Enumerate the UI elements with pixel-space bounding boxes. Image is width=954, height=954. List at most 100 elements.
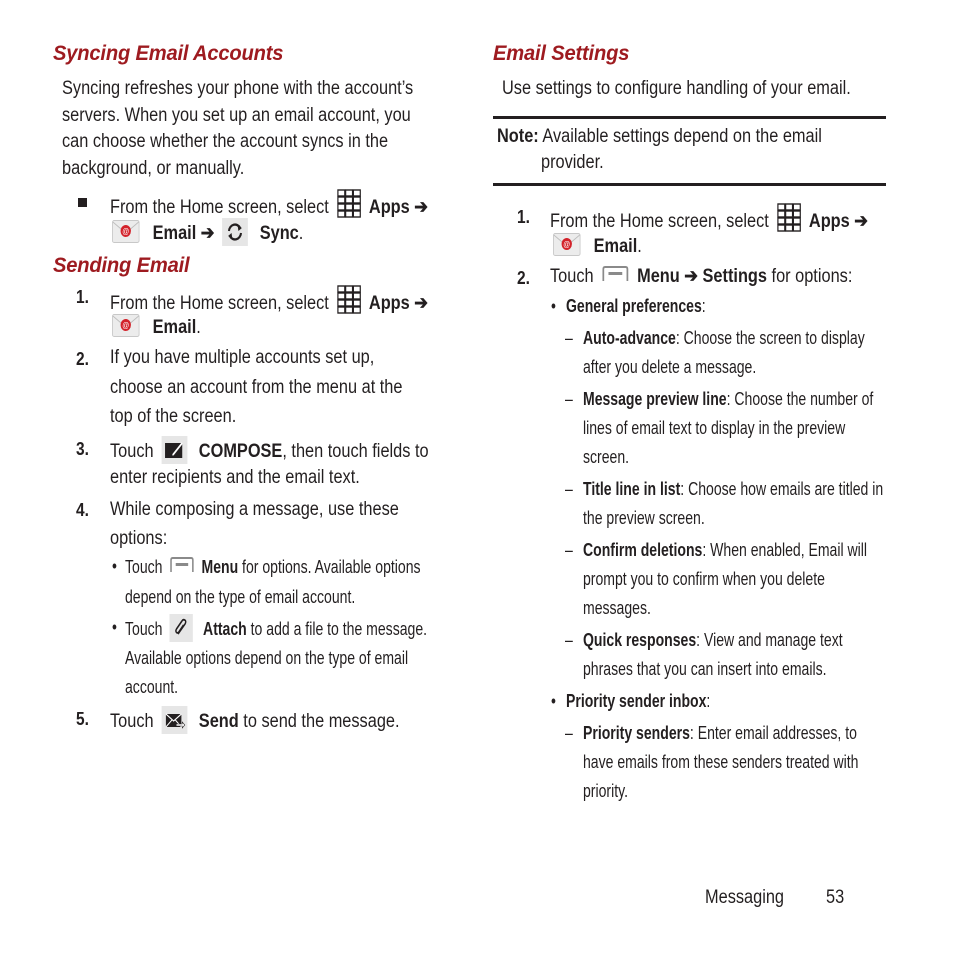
heading-syncing-email-accounts: Syncing Email Accounts xyxy=(53,42,284,65)
compose-icon xyxy=(161,436,188,464)
send-step2-line: choose an account from the menu at the xyxy=(110,376,403,398)
apps-grid-icon xyxy=(337,285,361,315)
send-step1-line1: From the Home screen, select Apps ➔ xyxy=(110,285,428,318)
setting-message-preview-line: Message preview line: Choose the number … xyxy=(583,389,874,409)
group-priority-sender-inbox: Priority sender inbox: xyxy=(566,691,711,711)
step-number: 2. xyxy=(517,268,530,288)
apps-grid-icon xyxy=(337,189,361,219)
dash-icon: – xyxy=(565,479,573,499)
step-number: 3. xyxy=(76,439,89,459)
attach-option-line2: Available options depend on the type of … xyxy=(125,648,409,668)
setting-auto-advance: Auto-advance: Choose the screen to displ… xyxy=(583,328,865,348)
svg-text:@: @ xyxy=(122,226,129,236)
menu-key-icon xyxy=(170,553,195,572)
send-step3-line2: enter recipients and the email text. xyxy=(110,467,360,488)
note-label: Note: xyxy=(497,126,539,147)
send-label: Send xyxy=(198,711,239,732)
arrow-icon: ➔ xyxy=(414,197,428,218)
bullet-icon: • xyxy=(112,617,117,637)
setting-confirm-deletions: Confirm deletions: When enabled, Email w… xyxy=(583,540,868,560)
menu-key-icon xyxy=(602,264,630,281)
square-bullet-icon xyxy=(78,198,87,207)
apps-grid-icon xyxy=(777,203,801,233)
email-envelope-icon: @ xyxy=(112,314,140,337)
email-label: Email xyxy=(152,317,197,338)
email-envelope-icon: @ xyxy=(112,220,140,243)
paperclip-icon xyxy=(169,614,193,642)
menu-label: Menu xyxy=(201,557,239,577)
sync-label: Sync xyxy=(259,223,299,244)
setting-message-preview-line3: screen. xyxy=(583,447,630,467)
dash-icon: – xyxy=(565,540,573,560)
note-line2: provider. xyxy=(541,152,604,173)
heading-email-settings: Email Settings xyxy=(493,42,630,65)
email-envelope-icon: @ xyxy=(553,233,581,256)
email-label: Email xyxy=(593,236,638,257)
note-line1: Note: Available settings depend on the e… xyxy=(497,126,822,147)
bullet-icon: • xyxy=(551,691,556,711)
setting-quick-responses-line2: phrases that you can insert into emails. xyxy=(583,659,827,679)
dash-icon: – xyxy=(565,723,573,743)
bullet-icon: • xyxy=(112,556,117,576)
step-number: 4. xyxy=(76,500,89,520)
send-icon xyxy=(161,706,188,734)
note-bottom-rule xyxy=(493,183,886,186)
settings-step1-line2: @ Email. xyxy=(553,233,642,261)
email-label: Email xyxy=(152,223,197,244)
syncing-paragraph-line: can choose whether the account syncs in … xyxy=(62,131,389,152)
footer-section-name: Messaging xyxy=(705,887,785,908)
send-step3-line1: Touch COMPOSE, then touch fields to xyxy=(110,436,429,466)
arrow-icon: ➔ xyxy=(684,266,698,287)
dash-icon: – xyxy=(565,389,573,409)
email-settings-intro: Use settings to configure handling of yo… xyxy=(502,78,851,99)
setting-priority-senders-line3: priority. xyxy=(583,781,628,801)
settings-label: Settings xyxy=(702,266,767,287)
setting-confirm-deletions-line2: prompt you to confirm when you delete xyxy=(583,569,825,589)
attach-option-line3: account. xyxy=(125,677,179,697)
dash-icon: – xyxy=(565,328,573,348)
setting-priority-senders-line2: have emails from these senders treated w… xyxy=(583,752,859,772)
send-step4-line: options: xyxy=(110,528,168,549)
setting-auto-advance-line2: after you delete a message. xyxy=(583,357,757,377)
arrow-icon: ➔ xyxy=(854,211,868,232)
setting-title-line-in-list-line2: the preview screen. xyxy=(583,508,705,528)
attach-option-line1: Touch Attach to add a file to the messag… xyxy=(125,614,427,645)
apps-label: Apps xyxy=(368,293,410,314)
syncing-paragraph-line: background, or manually. xyxy=(62,157,245,179)
setting-quick-responses: Quick responses: View and manage text xyxy=(583,630,843,650)
menu-label: Menu xyxy=(637,266,680,287)
sync-step-line1: From the Home screen, select Apps ➔ xyxy=(110,189,428,222)
setting-confirm-deletions-line3: messages. xyxy=(583,598,651,618)
setting-title-line-in-list: Title line in list: Choose how emails ar… xyxy=(583,479,884,499)
send-step4-line: While composing a message, use these xyxy=(110,499,399,520)
dash-icon: – xyxy=(565,630,573,650)
step-number: 2. xyxy=(76,349,89,369)
svg-text:@: @ xyxy=(122,320,129,330)
arrow-icon: ➔ xyxy=(200,223,215,244)
setting-priority-senders: Priority senders: Enter email addresses,… xyxy=(583,723,857,743)
heading-sending-email: Sending Email xyxy=(53,254,190,277)
sync-icon xyxy=(222,218,249,246)
step-number: 1. xyxy=(76,287,89,307)
footer-page-number: 53 xyxy=(826,887,845,908)
step-number: 5. xyxy=(76,709,89,729)
send-step2-line: If you have multiple accounts set up, xyxy=(110,347,375,368)
group-general-preferences: General preferences: xyxy=(566,296,706,316)
menu-option-line2: depend on the type of email account. xyxy=(125,587,356,607)
send-step5-line: Touch Send to send the message. xyxy=(110,706,400,736)
compose-label: COMPOSE xyxy=(198,441,283,462)
menu-option-line1: Touch Menu for options. Available option… xyxy=(125,553,421,583)
apps-label: Apps xyxy=(808,211,850,232)
arrow-icon: ➔ xyxy=(414,293,428,314)
settings-step2-line: Touch Menu ➔ Settings for options: xyxy=(550,264,853,287)
send-step1-line2: @ Email. xyxy=(112,314,201,342)
step-text: From the Home screen, select xyxy=(110,197,329,218)
syncing-paragraph-line: servers. When you set up an email accoun… xyxy=(62,104,411,126)
setting-message-preview-line2: lines of email text to display in the pr… xyxy=(583,418,846,438)
settings-step1-line1: From the Home screen, select Apps ➔ xyxy=(550,203,868,236)
apps-label: Apps xyxy=(368,197,410,218)
note-top-rule xyxy=(493,116,886,119)
send-step2-line: top of the screen. xyxy=(110,406,237,427)
sync-step-line2: @ Email ➔ Sync. xyxy=(112,218,303,248)
bullet-icon: • xyxy=(551,296,556,316)
